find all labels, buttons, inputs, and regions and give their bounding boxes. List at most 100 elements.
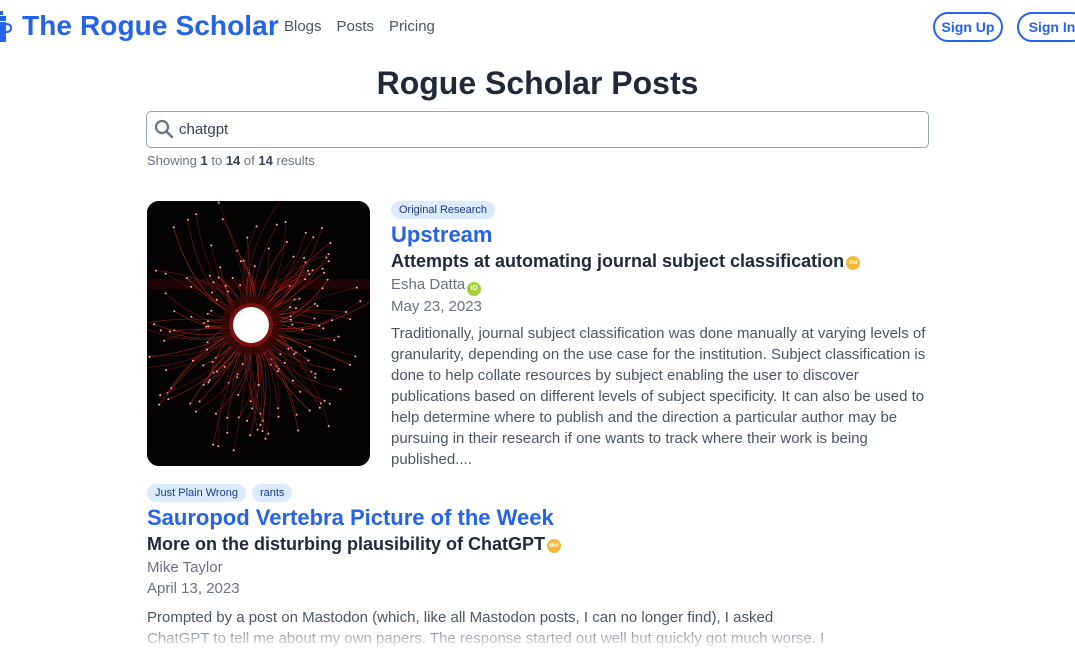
post-title-text[interactable]: Attempts at automating journal subject c… xyxy=(391,248,844,274)
fiber-tip xyxy=(277,407,279,410)
author-name: Esha Datta xyxy=(391,276,466,293)
fiber-tip xyxy=(217,276,220,279)
doi-icon[interactable]: doi xyxy=(846,255,861,270)
fiber-tip xyxy=(159,329,162,332)
post-title[interactable]: More on the disturbing plausibility of C… xyxy=(147,531,937,557)
fiber-tip xyxy=(206,312,209,315)
fiber-tip xyxy=(264,437,267,440)
doi-icon[interactable]: doi xyxy=(547,538,561,553)
tag-badge[interactable]: rants xyxy=(251,484,293,502)
post-title[interactable]: Attempts at automating journal subject c… xyxy=(391,248,931,274)
fiber-tip xyxy=(253,265,256,268)
fiber-tip xyxy=(327,425,330,428)
fiber-tip xyxy=(216,370,219,373)
fiber-tip xyxy=(325,256,328,259)
fiber-tip xyxy=(242,259,245,262)
fiber-tip xyxy=(349,318,352,321)
sign-up-button[interactable]: Sign Up xyxy=(933,12,1003,42)
fiber-tip xyxy=(153,323,156,326)
post-date: May 23, 2023 xyxy=(391,298,482,315)
sign-in-button[interactable]: Sign In xyxy=(1017,12,1075,42)
fiber-tip xyxy=(327,253,330,256)
fiber-tip xyxy=(173,310,176,313)
navbar: The Rogue Scholar Blogs Posts Pricing Si… xyxy=(0,0,1075,54)
fiber-tip xyxy=(301,328,304,331)
fiber-tip xyxy=(217,445,220,448)
blog-name-link[interactable]: Upstream xyxy=(391,222,931,248)
post-author: Mike Taylor xyxy=(147,557,937,578)
fiber-tip xyxy=(277,415,280,418)
fiber-tip xyxy=(314,372,317,375)
fiber-tip xyxy=(224,284,227,287)
fiber-tip xyxy=(318,324,321,327)
fiber-tip xyxy=(195,213,198,216)
nav-link-posts[interactable]: Posts xyxy=(337,18,375,35)
fiber-tip xyxy=(232,449,235,452)
fiber-tip xyxy=(169,330,171,333)
orcid-icon[interactable]: iD xyxy=(467,282,482,296)
fiber-tip xyxy=(304,231,307,234)
fiber-tip xyxy=(289,306,292,309)
fiber-tip xyxy=(330,319,333,322)
fiber-tip xyxy=(291,379,294,382)
post-date: April 13, 2023 xyxy=(147,580,240,597)
nav-link-blogs[interactable]: Blogs xyxy=(284,18,322,35)
fiber-tip xyxy=(313,302,316,305)
post-summary: Prompted by a post on Mastodon (which, l… xyxy=(147,609,825,647)
blog-name-link[interactable]: Sauropod Vertebra Picture of the Week xyxy=(147,505,937,531)
logo-icon[interactable] xyxy=(0,11,12,43)
fiber-tip xyxy=(194,410,197,413)
fiber-tip xyxy=(226,416,229,419)
fiber-tip xyxy=(323,271,326,274)
fiber-tip xyxy=(198,400,201,403)
fiber-tip xyxy=(267,432,270,435)
fiber-tip xyxy=(237,416,240,419)
fiber-tip xyxy=(191,359,194,362)
fiber-tip xyxy=(231,277,234,279)
fiber-tip xyxy=(293,298,296,301)
fiber-tip xyxy=(355,286,358,289)
fiber-tip xyxy=(312,236,315,239)
fiber-tip xyxy=(210,244,213,247)
fiber-tip xyxy=(322,327,325,330)
results-suffix: results xyxy=(276,153,315,168)
post-summary: Traditionally, journal subject classific… xyxy=(391,325,926,468)
fiber-tip xyxy=(212,443,215,446)
fiber-tip xyxy=(307,269,309,272)
post-title-text[interactable]: More on the disturbing plausibility of C… xyxy=(147,531,545,557)
fiber-tip xyxy=(215,298,218,301)
fiber-tip xyxy=(207,320,209,323)
results-from: 1 xyxy=(200,153,208,168)
tag-badge[interactable]: Just Plain Wrong xyxy=(147,484,246,502)
search-icon xyxy=(154,119,174,139)
fiber-tip xyxy=(256,428,259,431)
fiber-tip xyxy=(295,307,297,310)
fiber-tip xyxy=(208,274,211,277)
fiber-optic-image xyxy=(147,201,370,466)
fiber-tip xyxy=(298,297,301,300)
fiber-tip xyxy=(285,240,288,243)
fiber-tip xyxy=(259,424,262,426)
fiber-tip xyxy=(189,402,192,405)
results-to-word: to xyxy=(211,153,223,168)
fiber-tip xyxy=(297,429,300,432)
fiber-tip xyxy=(304,261,307,264)
search-input[interactable] xyxy=(179,112,919,146)
fiber-tip xyxy=(206,348,208,351)
fiber-tip xyxy=(326,278,329,281)
tag-badge[interactable]: Original Research xyxy=(391,201,496,219)
fiber-tip xyxy=(313,317,316,320)
fiber-tip xyxy=(219,266,222,269)
fiber-tip xyxy=(321,287,324,290)
nav-link-pricing[interactable]: Pricing xyxy=(389,18,435,35)
brand-logo-link[interactable]: The Rogue Scholar xyxy=(22,10,279,42)
fiber-tip xyxy=(164,272,167,275)
fiber-tip xyxy=(190,285,193,288)
fiber-tip xyxy=(239,260,242,263)
post-item: Original Research Upstream Attempts at a… xyxy=(391,201,931,470)
fiber-tip xyxy=(249,434,252,437)
fiber-tip xyxy=(261,430,264,432)
post-thumbnail[interactable] xyxy=(147,201,370,466)
fiber-tip xyxy=(202,383,205,386)
fiber-tip xyxy=(333,339,336,342)
